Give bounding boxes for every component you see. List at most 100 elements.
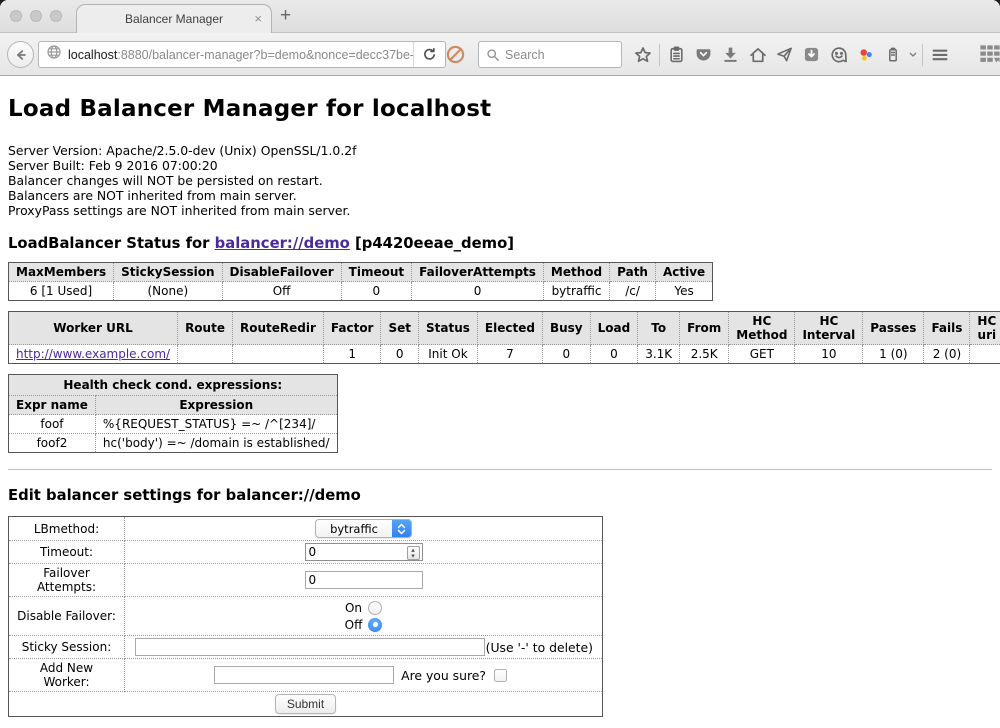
col-route: Route (178, 312, 233, 345)
worker-url-link[interactable]: http://www.example.com/ (16, 347, 170, 361)
status-heading-suffix: [p4420eeae_demo] (350, 235, 514, 252)
server-info: Server Version: Apache/2.5.0-dev (Unix) … (8, 143, 1000, 218)
site-identity-globe-icon[interactable] (46, 44, 62, 65)
cell-passes: 1 (0) (863, 345, 924, 364)
content-block-icon[interactable] (446, 45, 465, 69)
failover-attempts-input[interactable] (305, 571, 423, 589)
edit-balancer-heading: Edit balancer settings for balancer://de… (8, 487, 1000, 504)
col-hc-interval: HC Interval (795, 312, 863, 345)
page-content: Load Balancer Manager for localhost Serv… (0, 76, 1000, 728)
cell-path: /c/ (610, 282, 656, 301)
cell-route (178, 345, 233, 364)
cell-failoverattempts: 0 (412, 282, 544, 301)
cell-hc-uri (970, 345, 1000, 364)
home-icon[interactable] (744, 41, 771, 68)
col-active: Active (655, 263, 712, 282)
col-passes: Passes (863, 312, 924, 345)
zoom-window-button[interactable] (50, 10, 62, 22)
lbmethod-label: LBmethod: (9, 517, 125, 541)
url-path: :8880/balancer-manager?b=demo&nonce=decc… (117, 48, 413, 62)
browser-window: Balancer Manager × + localhost:8880/bala… (0, 0, 1000, 728)
sticky-delete-note: (Use '-' to delete) (486, 640, 593, 655)
failover-attempts-label: Failover Attempts: (9, 564, 125, 597)
failover-attempts-row: Failover Attempts: (9, 564, 603, 597)
timeout-label: Timeout: (9, 541, 125, 564)
minimize-window-button[interactable] (30, 10, 42, 22)
tab-title: Balancer Manager (125, 12, 223, 26)
col-path: Path (610, 263, 656, 282)
number-stepper-icon[interactable]: ▴▾ (407, 546, 420, 560)
timeout-input[interactable] (305, 543, 423, 561)
lbmethod-selected-value: bytraffic (316, 522, 392, 536)
cell-set: 0 (381, 345, 419, 364)
tab-bar: Balancer Manager × + (0, 0, 1000, 33)
add-worker-label: Add New Worker: (9, 659, 125, 692)
table-row: foof %{REQUEST_STATUS} =~ /^[234]/ (9, 415, 338, 434)
col-busy: Busy (542, 312, 590, 345)
disable-failover-off-radio[interactable] (368, 618, 382, 632)
cell-status: Init Ok (419, 345, 478, 364)
addon-download-icon[interactable] (798, 41, 825, 68)
notes-icon[interactable] (879, 41, 906, 68)
menu-hamburger-icon[interactable] (926, 41, 953, 68)
add-worker-input[interactable] (214, 666, 394, 684)
sticky-session-input[interactable] (135, 638, 485, 656)
col-hc-uri: HC uri (970, 312, 1000, 345)
cell-load: 0 (590, 345, 638, 364)
reload-button[interactable] (413, 42, 445, 67)
col-set: Set (381, 312, 419, 345)
url-text[interactable]: localhost:8880/balancer-manager?b=demo&n… (68, 48, 413, 62)
are-you-sure-label: Are you sure? (401, 668, 486, 683)
url-bar[interactable]: localhost:8880/balancer-manager?b=demo&n… (38, 41, 446, 68)
col-failoverattempts: FailoverAttempts (412, 263, 544, 282)
clipboard-icon[interactable] (663, 41, 690, 68)
close-window-button[interactable] (10, 10, 22, 22)
bookmark-star-icon[interactable] (629, 41, 656, 68)
chat-smiley-icon[interactable] (825, 41, 852, 68)
are-you-sure-checkbox[interactable] (494, 669, 507, 682)
persist-note-line: Balancer changes will NOT be persisted o… (8, 173, 1000, 188)
radio-off-label: Off (345, 618, 363, 632)
disable-failover-on-radio[interactable] (368, 601, 382, 615)
back-button[interactable] (7, 41, 34, 68)
col-maxmembers: MaxMembers (9, 263, 114, 282)
send-icon[interactable] (771, 41, 798, 68)
tab-balancer-manager[interactable]: Balancer Manager × (76, 4, 272, 33)
cell-factor: 1 (323, 345, 381, 364)
col-disablefailover: DisableFailover (222, 263, 341, 282)
search-input[interactable] (505, 48, 605, 62)
radio-on-label: On (345, 601, 362, 615)
col-method: Method (543, 263, 609, 282)
cell-method: bytraffic (543, 282, 609, 301)
cell-elected: 7 (477, 345, 542, 364)
col-to: To (638, 312, 680, 345)
search-bar[interactable] (478, 41, 622, 68)
submit-button[interactable]: Submit (275, 694, 336, 714)
proxypass-note-line: ProxyPass settings are NOT inherited fro… (8, 203, 1000, 218)
health-table-title: Health check cond. expressions: (9, 375, 338, 396)
lbmethod-row: LBmethod: bytraffic (9, 517, 603, 541)
lbmethod-select[interactable]: bytraffic (315, 519, 412, 538)
color-dots-icon[interactable] (852, 41, 879, 68)
navigation-toolbar: localhost:8880/balancer-manager?b=demo&n… (0, 33, 1000, 76)
pocket-icon[interactable] (690, 41, 717, 68)
table-header-row: MaxMembers StickySession DisableFailover… (9, 263, 713, 282)
cell-expression: %{REQUEST_STATUS} =~ /^[234]/ (95, 415, 337, 434)
search-icon (486, 48, 500, 62)
toolbar-icons (629, 33, 953, 76)
col-fails: Fails (924, 312, 970, 345)
col-status: Status (419, 312, 478, 345)
col-factor: Factor (323, 312, 381, 345)
new-tab-button[interactable]: + (280, 5, 291, 27)
tile-view-icon[interactable] (976, 41, 1000, 68)
cell-disablefailover: Off (222, 282, 341, 301)
timeout-row: Timeout: ▴▾ (9, 541, 603, 564)
toolbar-overflow-caret-icon[interactable] (906, 41, 919, 68)
downloads-icon[interactable] (717, 41, 744, 68)
col-worker-url: Worker URL (9, 312, 178, 345)
table-row: 6 [1 Used] (None) Off 0 0 bytraffic /c/ … (9, 282, 713, 301)
tab-close-icon[interactable]: × (254, 12, 262, 26)
add-worker-row: Add New Worker: Are you sure? (9, 659, 603, 692)
cell-expression: hc('body') =~ /domain is established/ (95, 434, 337, 453)
balancer-demo-link[interactable]: balancer://demo (215, 235, 350, 252)
